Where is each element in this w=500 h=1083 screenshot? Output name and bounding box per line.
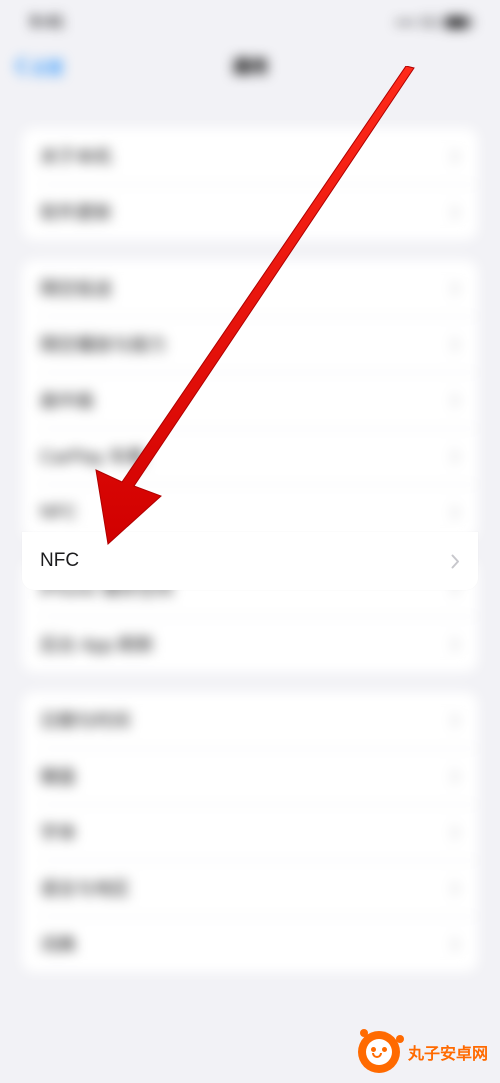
nfc-label: NFC: [40, 550, 451, 572]
chevron-right-icon: [451, 769, 460, 784]
row-carplay[interactable]: CarPlay 车载: [22, 428, 478, 484]
status-bar: 9:41 •••• 5G: [0, 0, 500, 44]
chevron-right-icon: [451, 937, 460, 952]
row-date-time[interactable]: 日期与时间: [22, 692, 478, 748]
row-dictionary[interactable]: 词典: [22, 916, 478, 972]
chevron-right-icon: [451, 393, 460, 408]
row-fonts[interactable]: 字体: [22, 804, 478, 860]
watermark-text: 丸子安卓网: [408, 1040, 488, 1064]
chevron-right-icon: [451, 554, 460, 569]
settings-group: 关于本机 软件更新: [22, 128, 478, 240]
back-button[interactable]: 设置: [14, 54, 64, 79]
settings-group: 隔空投送 隔空播放与接力 画中画 CarPlay 车载 NFC: [22, 260, 478, 540]
status-indicators: •••• 5G: [396, 14, 470, 30]
row-software-update[interactable]: 软件更新: [22, 184, 478, 240]
chevron-right-icon: [451, 881, 460, 896]
chevron-right-icon: [451, 825, 460, 840]
row-airdrop[interactable]: 隔空投送: [22, 260, 478, 316]
chevron-right-icon: [451, 149, 460, 164]
watermark: 丸子安卓网: [358, 1031, 488, 1073]
chevron-right-icon: [451, 449, 460, 464]
status-time: 9:41: [30, 12, 64, 32]
row-pip[interactable]: 画中画: [22, 372, 478, 428]
row-keyboard[interactable]: 键盘: [22, 748, 478, 804]
row-background-refresh[interactable]: 后台 App 刷新: [22, 616, 478, 672]
page-title: 通用: [232, 53, 268, 79]
chevron-right-icon: [451, 205, 460, 220]
watermark-logo-icon: [358, 1031, 400, 1073]
nav-bar: 设置 通用: [0, 44, 500, 88]
row-about[interactable]: 关于本机: [22, 128, 478, 184]
row-airplay[interactable]: 隔空播放与接力: [22, 316, 478, 372]
back-label: 设置: [30, 54, 64, 79]
row-language-region[interactable]: 语言与地区: [22, 860, 478, 916]
row-nfc[interactable]: NFC: [22, 532, 478, 590]
chevron-right-icon: [451, 637, 460, 652]
chevron-right-icon: [451, 337, 460, 352]
settings-group: 日期与时间 键盘 字体 语言与地区 词典: [22, 692, 478, 972]
chevron-right-icon: [451, 713, 460, 728]
chevron-right-icon: [451, 505, 460, 520]
chevron-left-icon: [14, 56, 26, 76]
chevron-right-icon: [451, 281, 460, 296]
